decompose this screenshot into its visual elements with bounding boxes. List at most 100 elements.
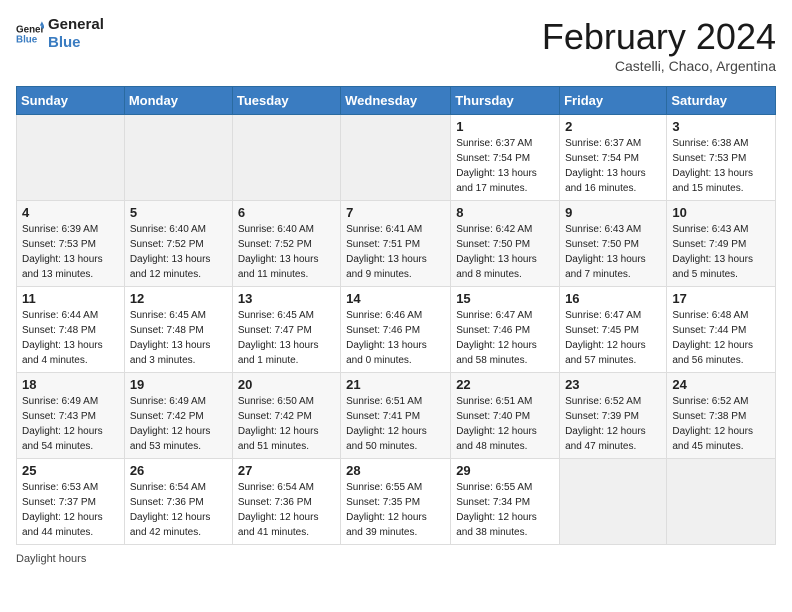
calendar-day-cell: 24 Sunrise: 6:52 AM Sunset: 7:38 PM Dayli… xyxy=(667,373,776,459)
calendar-day-cell xyxy=(560,459,667,545)
day-detail: Sunrise: 6:46 AM Sunset: 7:46 PM Dayligh… xyxy=(346,308,445,368)
day-detail: Sunrise: 6:44 AM Sunset: 7:48 PM Dayligh… xyxy=(22,308,119,368)
calendar-day-cell: 3 Sunrise: 6:38 AM Sunset: 7:53 PM Daylig… xyxy=(667,115,776,201)
calendar-table: SundayMondayTuesdayWednesdayThursdayFrid… xyxy=(16,86,776,545)
calendar-day-cell: 27 Sunrise: 6:54 AM Sunset: 7:36 PM Dayli… xyxy=(232,459,340,545)
day-number: 12 xyxy=(130,291,227,306)
day-number: 10 xyxy=(672,205,770,220)
calendar-week-row: 11 Sunrise: 6:44 AM Sunset: 7:48 PM Dayli… xyxy=(17,287,776,373)
calendar-day-cell: 19 Sunrise: 6:49 AM Sunset: 7:42 PM Dayli… xyxy=(124,373,232,459)
calendar-day-cell: 12 Sunrise: 6:45 AM Sunset: 7:48 PM Dayli… xyxy=(124,287,232,373)
calendar-day-cell: 17Sunrise: 6:48 AM Sunset: 7:44 PM Dayli… xyxy=(667,287,776,373)
calendar-week-row: 4Sunrise: 6:39 AM Sunset: 7:53 PM Daylig… xyxy=(17,201,776,287)
day-number: 11 xyxy=(22,291,119,306)
calendar-day-cell xyxy=(341,115,451,201)
day-detail: Sunrise: 6:43 AM Sunset: 7:50 PM Dayligh… xyxy=(565,222,661,282)
calendar-day-cell: 9 Sunrise: 6:43 AM Sunset: 7:50 PM Daylig… xyxy=(560,201,667,287)
calendar-day-cell: 5Sunrise: 6:40 AM Sunset: 7:52 PM Daylig… xyxy=(124,201,232,287)
day-detail: Sunrise: 6:55 AM Sunset: 7:34 PM Dayligh… xyxy=(456,480,554,540)
calendar-header-row: SundayMondayTuesdayWednesdayThursdayFrid… xyxy=(17,87,776,115)
day-number: 8 xyxy=(456,205,554,220)
day-detail: Sunrise: 6:38 AM Sunset: 7:53 PM Dayligh… xyxy=(672,136,770,196)
day-detail: Sunrise: 6:49 AM Sunset: 7:42 PM Dayligh… xyxy=(130,394,227,454)
day-detail: Sunrise: 6:47 AM Sunset: 7:46 PM Dayligh… xyxy=(456,308,554,368)
day-detail: Sunrise: 6:45 AM Sunset: 7:48 PM Dayligh… xyxy=(130,308,227,368)
calendar-day-cell xyxy=(667,459,776,545)
calendar-week-row: 1 Sunrise: 6:37 AM Sunset: 7:54 PM Daylig… xyxy=(17,115,776,201)
month-year-title: February 2024 xyxy=(542,16,776,58)
day-number: 21 xyxy=(346,377,445,392)
calendar-day-cell: 18Sunrise: 6:49 AM Sunset: 7:43 PM Dayli… xyxy=(17,373,125,459)
calendar-day-cell: 28 Sunrise: 6:55 AM Sunset: 7:35 PM Dayli… xyxy=(341,459,451,545)
daylight-label: Daylight hours xyxy=(16,553,86,565)
calendar-day-cell: 7Sunrise: 6:41 AM Sunset: 7:51 PM Daylig… xyxy=(341,201,451,287)
calendar-day-cell: 22 Sunrise: 6:51 AM Sunset: 7:40 PM Dayli… xyxy=(451,373,560,459)
svg-text:Blue: Blue xyxy=(16,34,38,45)
day-number: 16 xyxy=(565,291,661,306)
day-detail: Sunrise: 6:51 AM Sunset: 7:41 PM Dayligh… xyxy=(346,394,445,454)
calendar-day-cell: 4Sunrise: 6:39 AM Sunset: 7:53 PM Daylig… xyxy=(17,201,125,287)
day-number: 20 xyxy=(238,377,335,392)
day-detail: Sunrise: 6:54 AM Sunset: 7:36 PM Dayligh… xyxy=(130,480,227,540)
calendar-day-cell: 1 Sunrise: 6:37 AM Sunset: 7:54 PM Daylig… xyxy=(451,115,560,201)
calendar-day-cell: 16 Sunrise: 6:47 AM Sunset: 7:45 PM Dayli… xyxy=(560,287,667,373)
footer: Daylight hours xyxy=(16,553,776,565)
day-number: 25 xyxy=(22,463,119,478)
day-detail: Sunrise: 6:43 AM Sunset: 7:49 PM Dayligh… xyxy=(672,222,770,282)
calendar-day-cell: 2Sunrise: 6:37 AM Sunset: 7:54 PM Daylig… xyxy=(560,115,667,201)
day-number: 27 xyxy=(238,463,335,478)
day-number: 22 xyxy=(456,377,554,392)
location-subtitle: Castelli, Chaco, Argentina xyxy=(542,58,776,74)
day-number: 9 xyxy=(565,205,661,220)
day-detail: Sunrise: 6:40 AM Sunset: 7:52 PM Dayligh… xyxy=(238,222,335,282)
calendar-day-cell: 15Sunrise: 6:47 AM Sunset: 7:46 PM Dayli… xyxy=(451,287,560,373)
day-detail: Sunrise: 6:54 AM Sunset: 7:36 PM Dayligh… xyxy=(238,480,335,540)
calendar-day-cell: 20 Sunrise: 6:50 AM Sunset: 7:42 PM Dayli… xyxy=(232,373,340,459)
day-detail: Sunrise: 6:39 AM Sunset: 7:53 PM Dayligh… xyxy=(22,222,119,282)
day-detail: Sunrise: 6:45 AM Sunset: 7:47 PM Dayligh… xyxy=(238,308,335,368)
logo-general-text: General xyxy=(48,16,104,34)
day-number: 24 xyxy=(672,377,770,392)
day-number: 13 xyxy=(238,291,335,306)
day-detail: Sunrise: 6:40 AM Sunset: 7:52 PM Dayligh… xyxy=(130,222,227,282)
title-block: February 2024 Castelli, Chaco, Argentina xyxy=(542,16,776,74)
day-number: 23 xyxy=(565,377,661,392)
calendar-day-cell xyxy=(232,115,340,201)
calendar-day-header: Sunday xyxy=(17,87,125,115)
day-number: 1 xyxy=(456,119,554,134)
day-detail: Sunrise: 6:41 AM Sunset: 7:51 PM Dayligh… xyxy=(346,222,445,282)
day-detail: Sunrise: 6:37 AM Sunset: 7:54 PM Dayligh… xyxy=(456,136,554,196)
day-detail: Sunrise: 6:52 AM Sunset: 7:38 PM Dayligh… xyxy=(672,394,770,454)
calendar-day-cell: 26 Sunrise: 6:54 AM Sunset: 7:36 PM Dayli… xyxy=(124,459,232,545)
calendar-day-header: Monday xyxy=(124,87,232,115)
day-number: 26 xyxy=(130,463,227,478)
day-detail: Sunrise: 6:51 AM Sunset: 7:40 PM Dayligh… xyxy=(456,394,554,454)
day-detail: Sunrise: 6:37 AM Sunset: 7:54 PM Dayligh… xyxy=(565,136,661,196)
calendar-day-cell: 11 Sunrise: 6:44 AM Sunset: 7:48 PM Dayli… xyxy=(17,287,125,373)
calendar-day-cell xyxy=(124,115,232,201)
day-number: 6 xyxy=(238,205,335,220)
day-number: 29 xyxy=(456,463,554,478)
calendar-day-cell: 13 Sunrise: 6:45 AM Sunset: 7:47 PM Dayli… xyxy=(232,287,340,373)
calendar-day-header: Wednesday xyxy=(341,87,451,115)
day-number: 28 xyxy=(346,463,445,478)
calendar-day-cell: 14 Sunrise: 6:46 AM Sunset: 7:46 PM Dayli… xyxy=(341,287,451,373)
day-detail: Sunrise: 6:49 AM Sunset: 7:43 PM Dayligh… xyxy=(22,394,119,454)
calendar-day-cell: 8 Sunrise: 6:42 AM Sunset: 7:50 PM Daylig… xyxy=(451,201,560,287)
calendar-day-cell: 10 Sunrise: 6:43 AM Sunset: 7:49 PM Dayli… xyxy=(667,201,776,287)
day-number: 17 xyxy=(672,291,770,306)
day-detail: Sunrise: 6:42 AM Sunset: 7:50 PM Dayligh… xyxy=(456,222,554,282)
calendar-day-header: Saturday xyxy=(667,87,776,115)
day-detail: Sunrise: 6:55 AM Sunset: 7:35 PM Dayligh… xyxy=(346,480,445,540)
calendar-day-cell: 6 Sunrise: 6:40 AM Sunset: 7:52 PM Daylig… xyxy=(232,201,340,287)
calendar-day-cell: 25Sunrise: 6:53 AM Sunset: 7:37 PM Dayli… xyxy=(17,459,125,545)
day-number: 19 xyxy=(130,377,227,392)
day-number: 14 xyxy=(346,291,445,306)
day-detail: Sunrise: 6:47 AM Sunset: 7:45 PM Dayligh… xyxy=(565,308,661,368)
day-number: 3 xyxy=(672,119,770,134)
page-header: General Blue General Blue February 2024 … xyxy=(16,16,776,74)
logo: General Blue General Blue xyxy=(16,16,104,52)
calendar-day-cell: 23Sunrise: 6:52 AM Sunset: 7:39 PM Dayli… xyxy=(560,373,667,459)
day-detail: Sunrise: 6:50 AM Sunset: 7:42 PM Dayligh… xyxy=(238,394,335,454)
logo-icon: General Blue xyxy=(16,20,44,48)
